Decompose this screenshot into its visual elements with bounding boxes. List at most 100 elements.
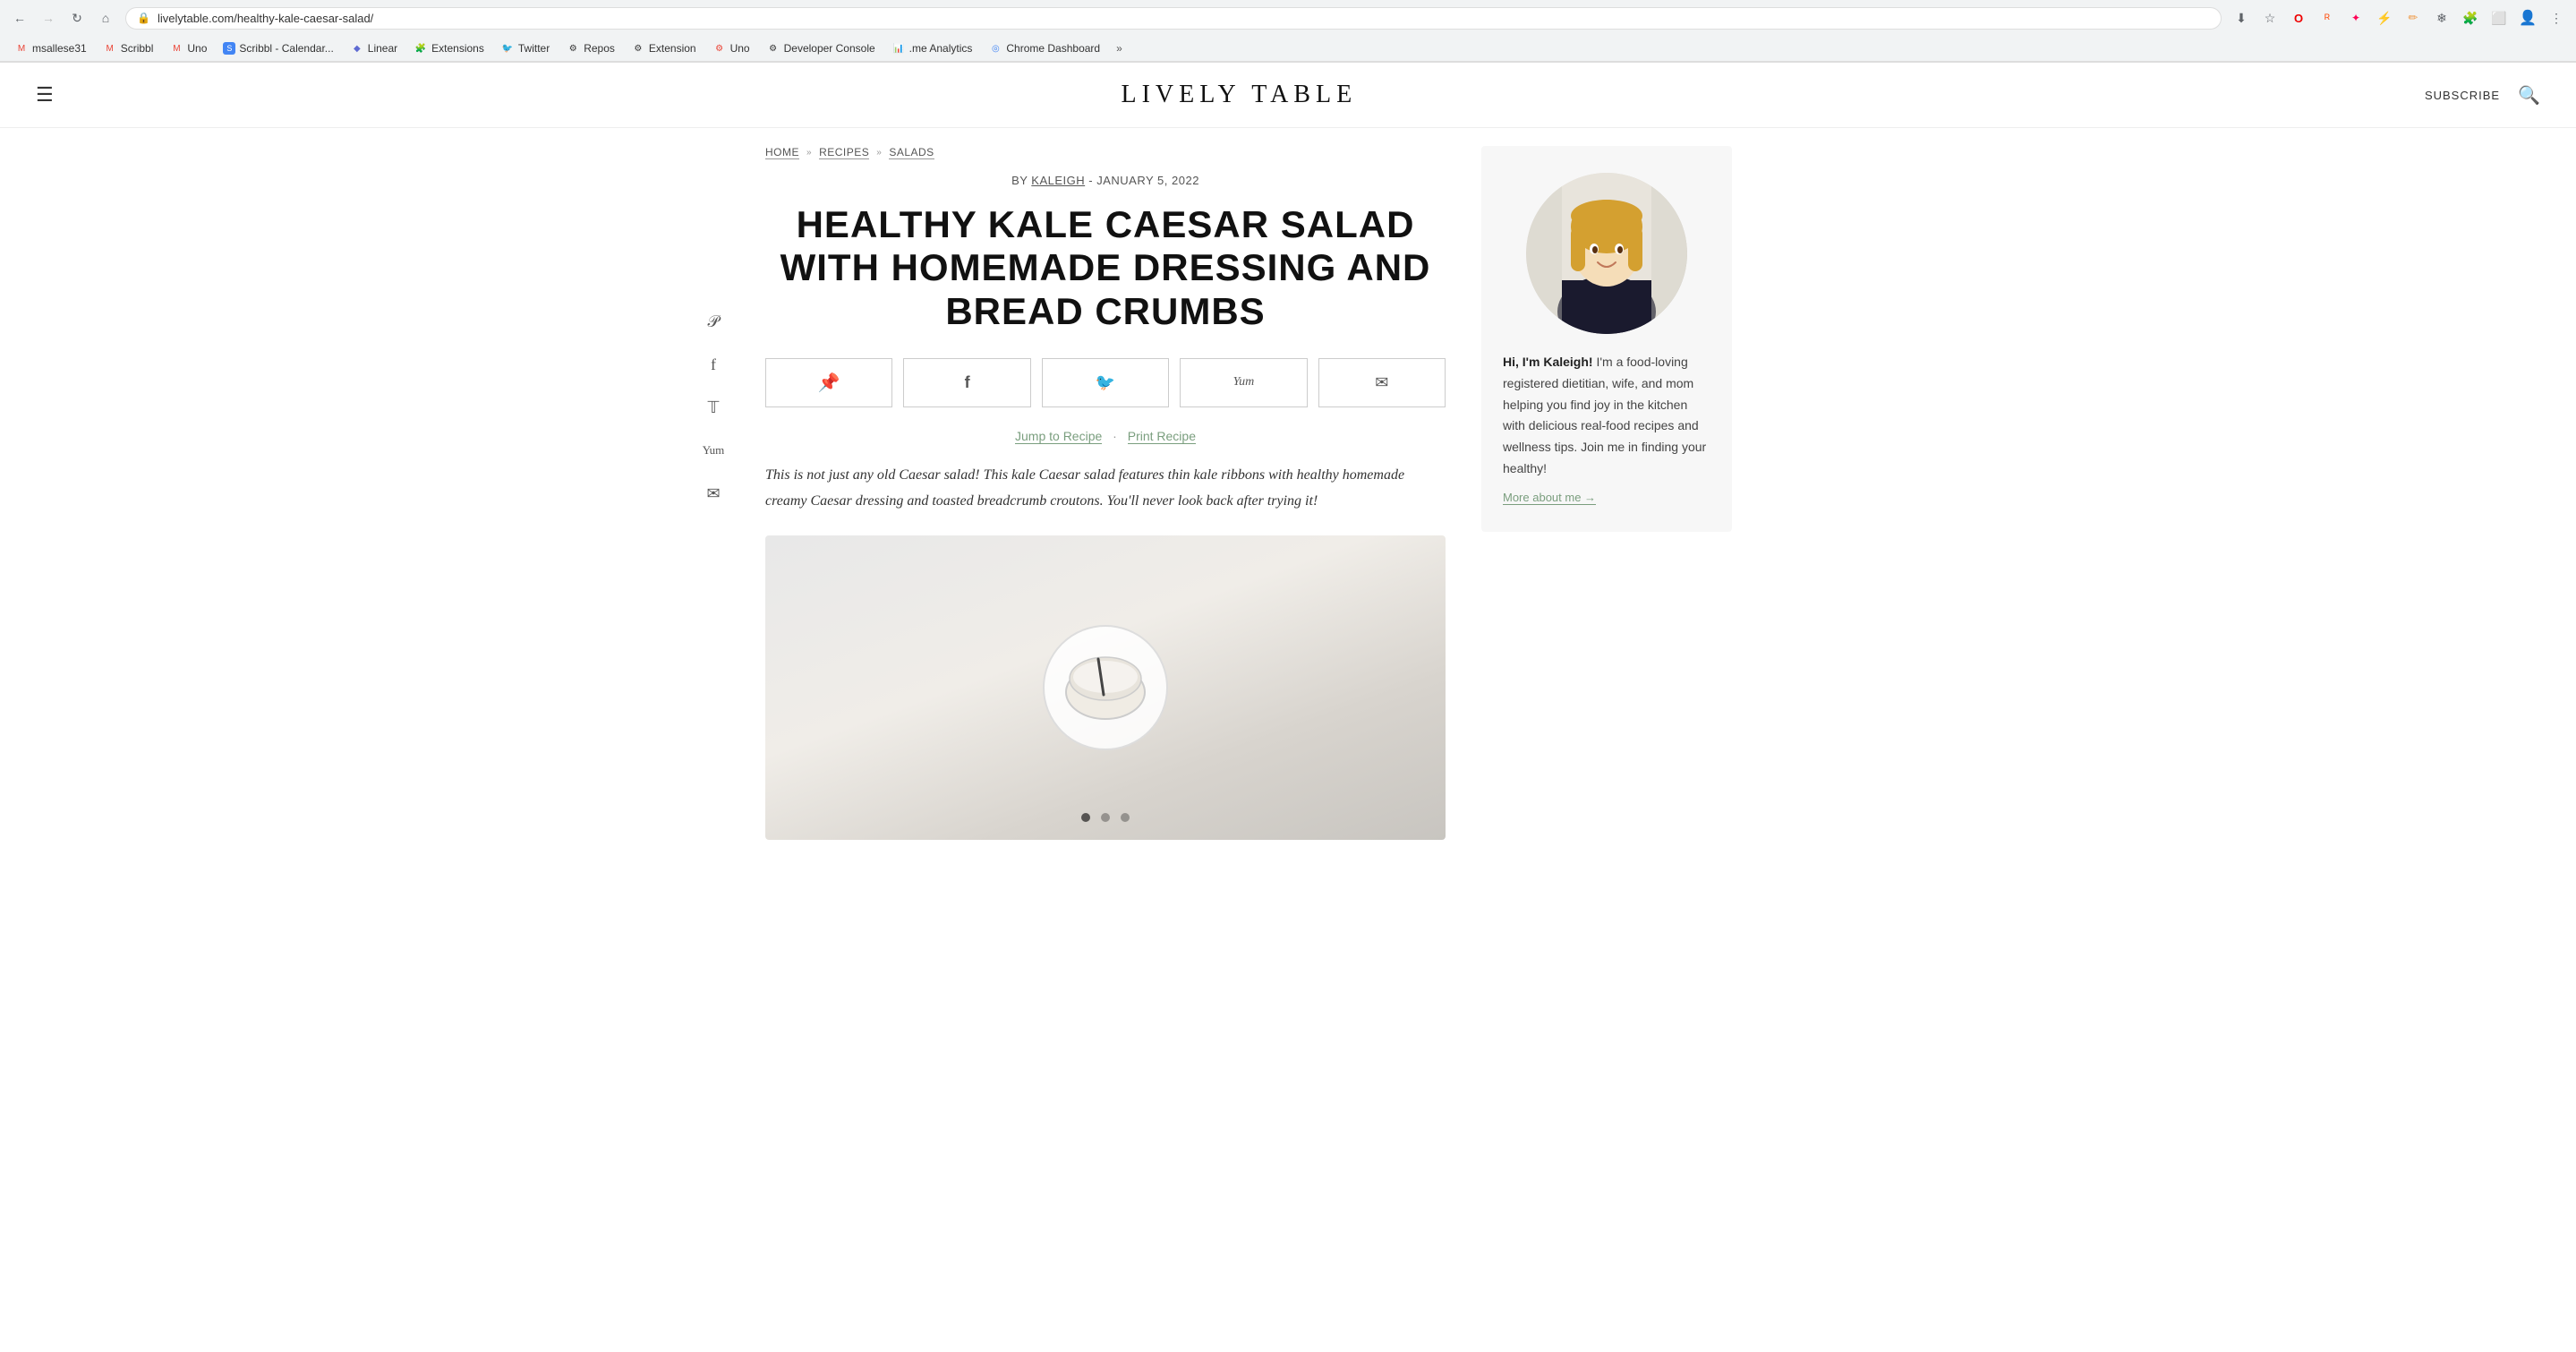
food-image-bowl <box>1043 625 1168 750</box>
pinterest-share-icon: 📌 <box>818 372 840 394</box>
bookmark-label: Uno <box>730 42 750 55</box>
bookmark-label: Chrome Dashboard <box>1006 42 1100 55</box>
breadcrumb-home[interactable]: HOME <box>765 146 799 159</box>
forward-button[interactable]: → <box>36 5 61 30</box>
email-share-button[interactable]: ✉ <box>1318 358 1446 407</box>
bookmark-uno-1[interactable]: M Uno <box>162 39 214 58</box>
bookmark-chrome-dashboard[interactable]: ◎ Chrome Dashboard <box>981 39 1107 58</box>
author-bio: Hi, I'm Kaleigh! I'm a food-loving regis… <box>1503 352 1710 480</box>
bookmark-label: .me Analytics <box>909 42 973 55</box>
more-about-link[interactable]: More about me → <box>1503 491 1596 505</box>
bookmark-extensions[interactable]: 🧩 Extensions <box>406 39 491 58</box>
author-card: Hi, I'm Kaleigh! I'm a food-loving regis… <box>1481 146 1732 532</box>
dev-console-icon: ⚙ <box>766 41 780 56</box>
snowflake-icon[interactable]: ❄ <box>2429 5 2454 30</box>
brave-icon[interactable]: ✦ <box>2343 5 2368 30</box>
home-button[interactable]: ⌂ <box>93 5 118 30</box>
menu-dots[interactable]: ⋮ <box>2544 5 2569 30</box>
facebook-share-icon: f <box>965 373 970 392</box>
site-logo: LIVELY TABLE <box>1121 81 1357 109</box>
bookmark-me-analytics[interactable]: 📊 .me Analytics <box>884 39 980 58</box>
bookmark-label: Extension <box>649 42 696 55</box>
email-share-icon: ✉ <box>1375 373 1388 392</box>
hamburger-menu[interactable]: ☰ <box>36 83 54 107</box>
sidebar-pinterest-icon[interactable]: 𝒫 <box>699 307 728 336</box>
bookmark-more[interactable]: » <box>1109 39 1130 57</box>
print-recipe-link[interactable]: Print Recipe <box>1128 429 1196 444</box>
article-description: This is not just any old Caesar salad! T… <box>765 463 1446 515</box>
chrome-icon: ◎ <box>988 41 1002 56</box>
by-prefix: BY <box>1011 174 1028 187</box>
food-image <box>765 535 1446 840</box>
opera-icon[interactable]: O <box>2286 5 2311 30</box>
jump-to-recipe-link[interactable]: Jump to Recipe <box>1015 429 1102 444</box>
bookmark-repos[interactable]: ⚙ Repos <box>559 39 622 58</box>
bookmark-scribbl-calendar[interactable]: S Scribbl - Calendar... <box>216 39 340 57</box>
browser-toolbar: ← → ↻ ⌂ 🔒 livelytable.com/healthy-kale-c… <box>0 0 2576 36</box>
author-link[interactable]: KALEIGH <box>1031 174 1085 187</box>
twitter-share-icon: 🐦 <box>1096 373 1115 392</box>
lightning-icon[interactable]: ⚡ <box>2372 5 2397 30</box>
subscribe-button[interactable]: SUBSCRIBE <box>2425 89 2500 102</box>
extensions-icon: 🧩 <box>414 41 428 56</box>
bookmark-label: Scribbl <box>121 42 154 55</box>
pinterest-share-button[interactable]: 📌 <box>765 358 892 407</box>
yummly-share-button[interactable]: Yum <box>1180 358 1307 407</box>
analytics-icon: 📊 <box>891 41 906 56</box>
breadcrumb-recipes[interactable]: RECIPES <box>819 146 869 159</box>
bookmark-icon[interactable]: ☆ <box>2257 5 2282 30</box>
facebook-share-button[interactable]: f <box>903 358 1030 407</box>
bowl-svg <box>1061 643 1150 732</box>
bookmark-linear[interactable]: ◆ Linear <box>343 39 405 58</box>
bookmark-twitter[interactable]: 🐦 Twitter <box>493 39 557 58</box>
github-icon-1: ⚙ <box>566 41 580 56</box>
bookmark-label: Twitter <box>518 42 550 55</box>
bookmark-extension[interactable]: ⚙ Extension <box>624 39 704 58</box>
article-title: HEALTHY KALE CAESAR SALAD WITH HOMEMADE … <box>765 203 1446 333</box>
bookmark-label: Linear <box>368 42 397 55</box>
paint-icon[interactable]: ✏ <box>2401 5 2426 30</box>
gmail-icon-2: M <box>103 41 117 56</box>
sidebar-twitter-icon[interactable]: 𝕋 <box>699 393 728 422</box>
download-icon[interactable]: ⬇ <box>2229 5 2254 30</box>
article-date: JANUARY 5, 2022 <box>1096 174 1199 187</box>
tab-icon[interactable]: ⬜ <box>2486 5 2512 30</box>
user-avatar[interactable]: 👤 <box>2515 5 2540 30</box>
bookmark-developer-console[interactable]: ⚙ Developer Console <box>759 39 883 58</box>
search-button[interactable]: 🔍 <box>2518 84 2540 107</box>
puzzle-icon[interactable]: 🧩 <box>2458 5 2483 30</box>
bookmark-uno-2[interactable]: ⚙ Uno <box>705 39 757 58</box>
yummly-share-icon: Yum <box>1233 375 1255 389</box>
sidebar-email-icon[interactable]: ✉ <box>699 479 728 508</box>
bookmark-msallese31[interactable]: M msallese31 <box>7 39 94 58</box>
dot-2 <box>1101 813 1110 822</box>
sidebar-yummly-icon[interactable]: Yum <box>699 436 728 465</box>
header-right: SUBSCRIBE 🔍 <box>2425 84 2540 107</box>
breadcrumb-salads[interactable]: SALADS <box>889 146 934 159</box>
jump-links: Jump to Recipe · Print Recipe <box>765 429 1446 443</box>
social-sidebar: 𝒫 f 𝕋 Yum ✉ <box>697 128 729 840</box>
scribbl-icon: S <box>223 42 235 55</box>
right-sidebar: Hi, I'm Kaleigh! I'm a food-loving regis… <box>1481 128 1732 840</box>
menu-icon: ☰ <box>36 83 54 106</box>
bookmark-label: Extensions <box>431 42 484 55</box>
reddit-icon[interactable]: ᴿ <box>2315 5 2340 30</box>
author-bio-text: I'm a food-loving registered dietitian, … <box>1503 355 1706 475</box>
browser-chrome: ← → ↻ ⌂ 🔒 livelytable.com/healthy-kale-c… <box>0 0 2576 63</box>
twitter-icon: 🐦 <box>500 41 515 56</box>
gmail-icon-1: M <box>14 41 29 56</box>
lock-icon: 🔒 <box>137 12 150 25</box>
breadcrumb-sep-1: » <box>806 148 812 158</box>
back-button[interactable]: ← <box>7 5 32 30</box>
address-bar[interactable]: 🔒 livelytable.com/healthy-kale-caesar-sa… <box>125 7 2222 30</box>
author-greeting: Hi, I'm Kaleigh! <box>1503 355 1593 369</box>
main-layout: 𝒫 f 𝕋 Yum ✉ HOME » RECIPES » SALADS BY K… <box>661 128 1915 840</box>
breadcrumb: HOME » RECIPES » SALADS <box>765 128 1446 174</box>
bookmark-scribbl[interactable]: M Scribbl <box>96 39 161 58</box>
gmail-icon-3: M <box>169 41 183 56</box>
author-line: BY KALEIGH - JANUARY 5, 2022 <box>765 174 1446 187</box>
refresh-button[interactable]: ↻ <box>64 5 90 30</box>
toolbar-icons: ⬇ ☆ O ᴿ ✦ ⚡ ✏ ❄ 🧩 ⬜ 👤 ⋮ <box>2229 5 2569 30</box>
sidebar-facebook-icon[interactable]: f <box>699 350 728 379</box>
twitter-share-button[interactable]: 🐦 <box>1042 358 1169 407</box>
